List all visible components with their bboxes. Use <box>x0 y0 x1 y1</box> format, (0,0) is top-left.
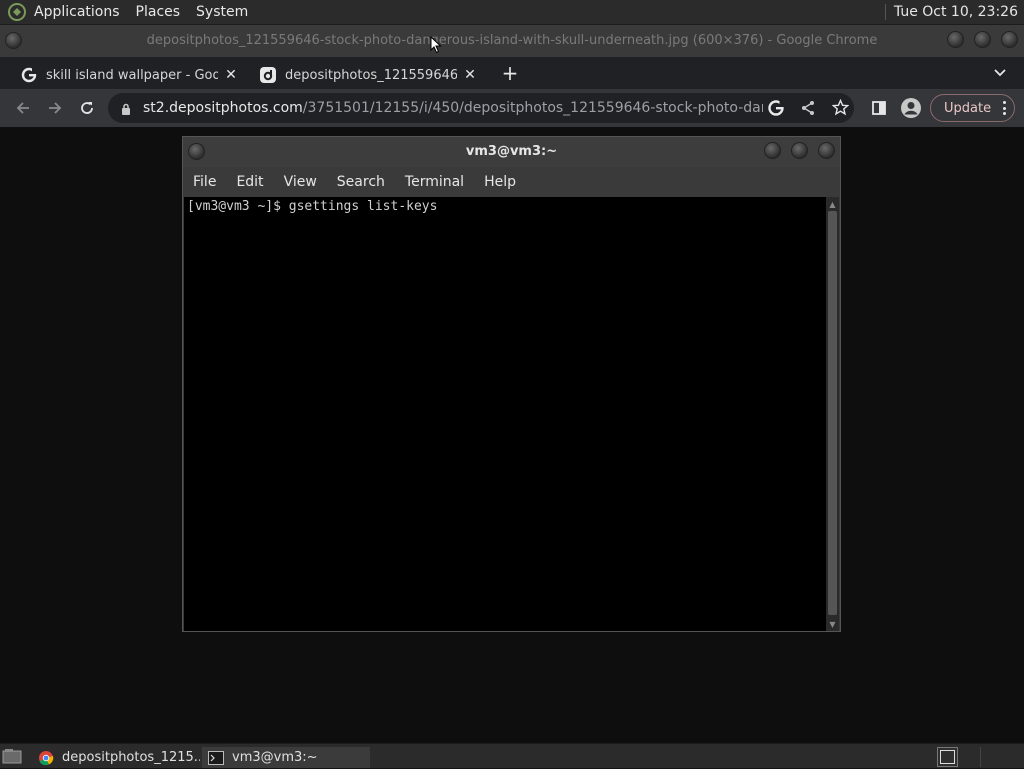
chrome-titlebar[interactable]: depositphotos_121559646-stock-photo-dang… <box>0 25 1024 57</box>
close-tab-icon[interactable]: ✕ <box>223 61 239 89</box>
new-tab-button[interactable]: + <box>500 61 520 85</box>
browser-toolbar: st2.depositphotos.com/3751501/12155/i/45… <box>0 89 1024 127</box>
url-text: st2.depositphotos.com/3751501/12155/i/45… <box>143 93 763 123</box>
side-panel-icon[interactable] <box>867 96 891 120</box>
bookmark-star-icon[interactable] <box>831 98 850 120</box>
workspace-switcher-1[interactable] <box>937 747 958 767</box>
update-button[interactable]: Update <box>930 94 1015 122</box>
places-menu[interactable]: Places <box>136 4 189 20</box>
top-panel: Applications Places System Tue Oct 10, 2… <box>0 0 1024 25</box>
google-favicon-icon <box>21 67 37 83</box>
url-host: st2.depositphotos.com <box>143 100 303 116</box>
maximize-button[interactable] <box>791 142 808 159</box>
scroll-down-arrow-icon[interactable]: ▼ <box>828 619 837 629</box>
menu-help[interactable]: Help <box>474 174 526 190</box>
clock[interactable]: Tue Oct 10, 23:26 <box>884 4 1018 20</box>
kebab-menu-icon[interactable] <box>1002 101 1006 115</box>
menu-file[interactable]: File <box>183 174 226 190</box>
share-icon[interactable] <box>800 100 816 120</box>
system-menu[interactable]: System <box>196 4 256 20</box>
menu-edit[interactable]: Edit <box>226 174 273 190</box>
google-lens-icon[interactable] <box>767 99 786 121</box>
terminal-menubar: File Edit View Search Terminal Help <box>183 167 840 197</box>
forward-arrow-icon[interactable] <box>43 96 67 120</box>
scroll-up-arrow-icon[interactable]: ▲ <box>828 199 837 209</box>
menu-search[interactable]: Search <box>327 174 395 190</box>
applications-menu[interactable]: Applications <box>34 4 128 20</box>
chrome-window-title: depositphotos_121559646-stock-photo-dang… <box>146 33 878 48</box>
taskbar-item-chrome[interactable]: depositphotos_1215... <box>34 747 200 768</box>
close-window-button[interactable] <box>818 142 835 159</box>
tab-depositphotos[interactable]: depositphotos_121559646-stock-photo-dang… <box>260 61 478 89</box>
panel-separator <box>884 4 886 20</box>
scrollbar-thumb[interactable] <box>828 211 837 615</box>
minimize-button[interactable] <box>764 142 781 159</box>
terminal-title: vm3@vm3:~ <box>465 144 558 159</box>
terminal-prompt-line: [vm3@vm3 ~]$ gsettings list-keys <box>187 199 438 214</box>
taskbar-item-label: depositphotos_1215... <box>62 750 200 765</box>
depositphotos-favicon-icon <box>260 67 276 83</box>
menu-view[interactable]: View <box>274 174 327 190</box>
reload-icon[interactable] <box>75 96 99 120</box>
taskbar-item-terminal[interactable]: vm3@vm3:~ <box>202 747 370 768</box>
update-label: Update <box>944 100 992 116</box>
taskbar-item-label: vm3@vm3:~ <box>232 750 318 765</box>
tab-google-search[interactable]: skill island wallpaper - Google Search ✕ <box>21 61 239 89</box>
terminal-titlebar[interactable]: vm3@vm3:~ <box>183 137 840 167</box>
back-arrow-icon[interactable] <box>11 96 35 120</box>
mouse-pointer-icon <box>430 36 442 54</box>
show-desktop-icon[interactable] <box>2 748 22 765</box>
url-path: /3751501/12155/i/450/depositphotos_12155… <box>302 100 763 116</box>
terminal-window: vm3@vm3:~ File Edit View Search Terminal… <box>182 136 841 632</box>
workspace-window-preview <box>940 750 955 764</box>
terminal-output[interactable]: [vm3@vm3 ~]$ gsettings list-keys <box>184 197 826 631</box>
profile-avatar-icon[interactable] <box>899 96 923 120</box>
chrome-icon <box>38 750 54 766</box>
tab-title: depositphotos_121559646-stock-photo-dang… <box>285 67 457 83</box>
menu-terminal[interactable]: Terminal <box>395 174 474 190</box>
close-window-button[interactable] <box>1001 31 1018 48</box>
minimize-button[interactable] <box>947 31 964 48</box>
lock-icon[interactable] <box>121 101 131 120</box>
bottom-panel: depositphotos_1215... vm3@vm3:~ <box>0 743 1024 768</box>
close-tab-icon[interactable]: ✕ <box>462 61 478 89</box>
terminal-icon <box>208 750 224 765</box>
distro-logo-icon[interactable] <box>6 1 28 23</box>
tab-title: skill island wallpaper - Google Search <box>46 67 218 83</box>
maximize-button[interactable] <box>974 31 991 48</box>
clock-text: Tue Oct 10, 23:26 <box>893 4 1018 20</box>
workspace-switcher-2[interactable] <box>980 747 1001 767</box>
tab-search-chevron-down-icon[interactable] <box>990 63 1010 83</box>
terminal-scrollbar[interactable]: ▲ ▼ <box>826 197 839 631</box>
address-bar[interactable]: st2.depositphotos.com/3751501/12155/i/45… <box>108 93 854 123</box>
